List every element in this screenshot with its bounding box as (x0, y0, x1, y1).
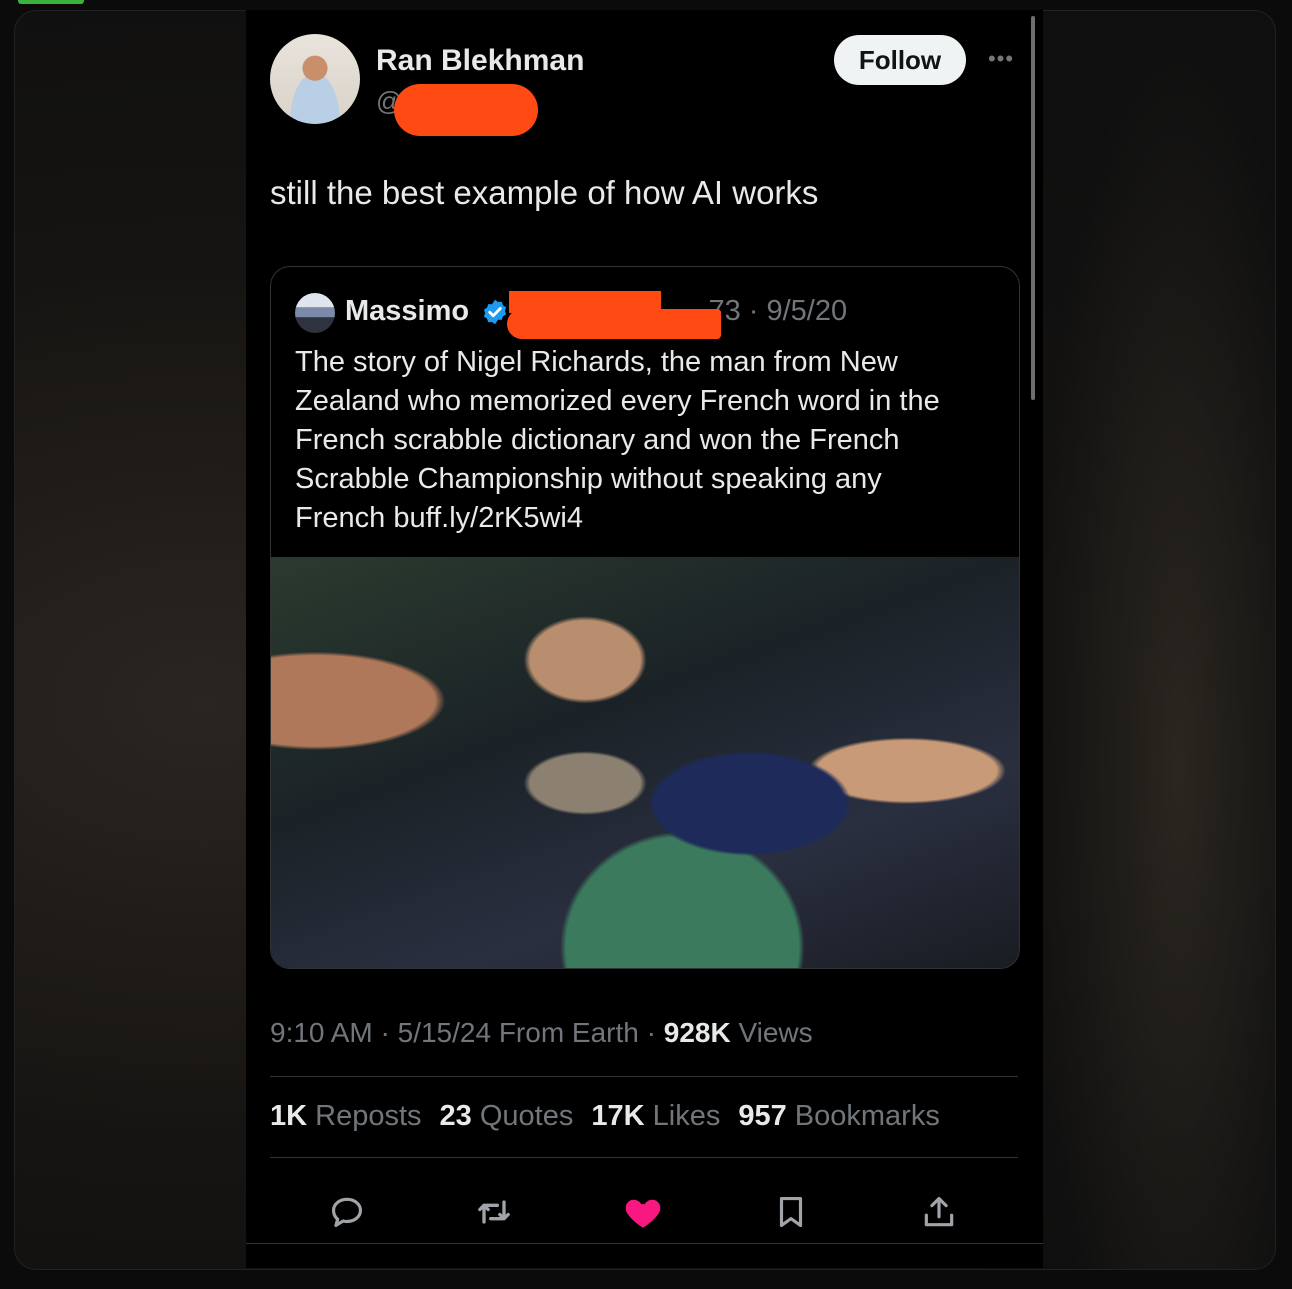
quoted-tweet-photo[interactable] (271, 557, 1019, 968)
quoted-date: 73 · 9/5/20 (708, 295, 848, 327)
meta-divider (270, 1076, 1018, 1077)
quoted-line: Zealand who memorized every French word … (295, 385, 940, 417)
handle-redaction (394, 84, 538, 136)
quoted-author-name: Massimo (345, 295, 470, 327)
reply-button[interactable] (325, 1190, 369, 1234)
bookmarks-stat[interactable]: 957 Bookmarks (738, 1100, 940, 1133)
share-icon (924, 1196, 954, 1227)
tweet-date[interactable]: 5/15/24 (398, 1017, 491, 1048)
stats-divider (270, 1157, 1018, 1158)
verified-badge-icon (483, 299, 507, 325)
tweet-text: still the best example of how AI works (270, 174, 819, 211)
scrollbar-thumb[interactable] (1031, 16, 1035, 400)
bookmark-icon (779, 1196, 803, 1228)
quoted-handle-redaction-2 (507, 309, 721, 339)
likes-stat[interactable]: 17K Likes (591, 1100, 720, 1133)
tweet-panel: Ran Blekhman @ Follow ••• still the best… (246, 10, 1043, 1268)
reposts-stat[interactable]: 1K Reposts (270, 1100, 422, 1133)
bottom-divider (246, 1243, 1043, 1244)
tweet-meta-row: 9:10 AM · 5/15/24 From Earth · 928K View… (270, 1017, 813, 1048)
bookmark-button[interactable] (769, 1190, 813, 1234)
more-options-icon[interactable]: ••• (984, 46, 1018, 72)
quoted-author-avatar (295, 293, 335, 333)
author-avatar[interactable] (270, 34, 360, 124)
tweet-source: From Earth (498, 1017, 639, 1048)
action-bar (246, 1182, 1043, 1242)
engagement-stats: 1K Reposts 23 Quotes 17K Likes 957 Bookm… (270, 1100, 940, 1133)
author-name[interactable]: Ran Blekhman (376, 44, 584, 78)
reply-icon (331, 1197, 363, 1228)
like-button[interactable] (621, 1190, 665, 1234)
quoted-tweet-text: The story of Nigel Richards, the man fro… (295, 343, 995, 538)
repost-icon (478, 1200, 510, 1224)
quoted-tweet-card[interactable]: Massimo @73 · 9/5/20 The story of Nigel … (270, 266, 1020, 969)
share-button[interactable] (917, 1190, 961, 1234)
quotes-stat[interactable]: 23 Quotes (440, 1100, 574, 1133)
quoted-line: Scrabble Championship without speaking a… (295, 463, 882, 495)
repost-button[interactable] (472, 1190, 516, 1234)
quoted-line: The story of Nigel Richards, the man fro… (295, 346, 898, 378)
views-label: Views (738, 1017, 813, 1048)
heart-icon (625, 1199, 661, 1228)
follow-button[interactable]: Follow (834, 35, 966, 85)
top-indicator (18, 0, 84, 4)
quoted-line: French scrabble dictionary and won the F… (295, 424, 900, 456)
quoted-line: French buff.ly/2rK5wi4 (295, 502, 583, 534)
tweet-time[interactable]: 9:10 AM (270, 1017, 373, 1048)
views-count: 928K (663, 1017, 731, 1048)
